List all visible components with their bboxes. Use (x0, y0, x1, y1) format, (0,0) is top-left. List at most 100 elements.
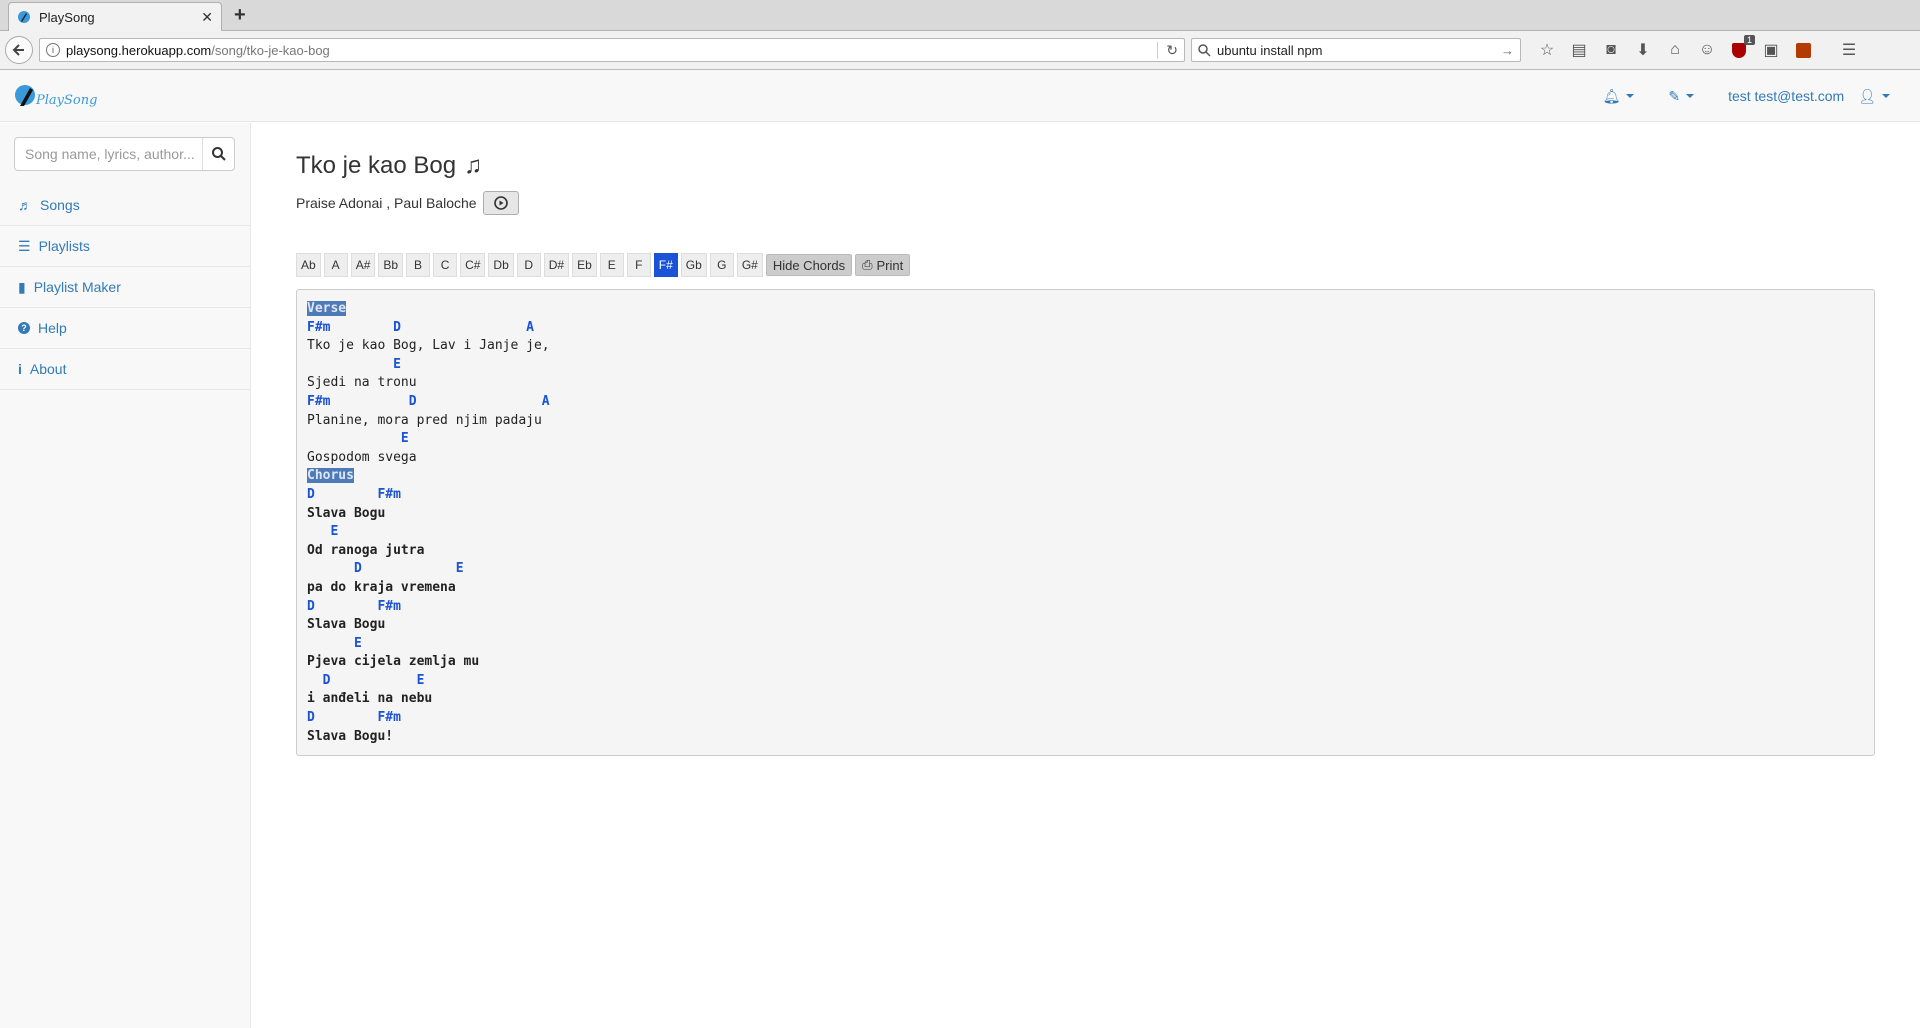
playsong-logo[interactable]: PlaySong (14, 84, 97, 108)
header-menu: 🔔︎ ✎ test test@test.com 👤︎ (1603, 70, 1890, 122)
lyric-text: Tko je kao Bog, Lav i Janje je, (307, 338, 550, 354)
key-button[interactable]: D (516, 253, 541, 277)
chord-line: E (307, 430, 1864, 449)
sidebar-item-label: Playlists (38, 238, 90, 254)
section-heading: Verse (307, 300, 1864, 319)
key-button[interactable]: Ab (296, 253, 321, 277)
bell-icon: 🔔︎ (1602, 87, 1621, 104)
chord-line: E (307, 523, 1864, 542)
chevron-down-icon (1882, 94, 1890, 98)
song-authors: Praise Adonai , Paul Baloche (296, 195, 477, 211)
chevron-down-icon (1626, 94, 1635, 98)
key-button[interactable]: G (709, 253, 734, 277)
sidebar-search-input[interactable]: Song name, lyrics, author... (14, 137, 235, 171)
hide-chords-button[interactable]: Hide Chords (765, 254, 853, 276)
browser-tabbar: PlaySong ✕ + (0, 0, 1920, 31)
chat-icon[interactable]: ☺ (1697, 40, 1717, 60)
lyric-line: Pjeva cijela zemlja mu (307, 653, 1864, 672)
close-tab-icon[interactable]: ✕ (201, 9, 213, 26)
transpose-key-bar: Ab A A# Bb B C C# Db D D# Eb E F F# Gb G G# Hide Chords ⎙… (296, 253, 1876, 277)
chord-text: E (307, 356, 401, 372)
chevron-down-icon (1686, 94, 1695, 98)
sidebar-item-playlist-maker[interactable]: ▮ Playlist Maker (0, 267, 250, 308)
key-button[interactable]: A (323, 253, 348, 277)
browser-tab[interactable]: PlaySong ✕ (8, 2, 222, 31)
chord-text: F#m D A (307, 319, 534, 335)
key-button[interactable]: Bb (378, 253, 404, 277)
printer-icon: ⎙ (862, 257, 873, 272)
song-title: Tko je kao Bog (296, 152, 457, 179)
chord-sheet: Verse F#m D A Tko je kao Bog, Lav i Janje … (296, 289, 1875, 756)
sidebar-item-label: Songs (40, 197, 80, 213)
address-bar[interactable]: i playsong.herokuapp.com/song/tko-je-kao… (39, 38, 1185, 62)
lyric-text: Planine, mora pred njim padaju (307, 412, 542, 428)
lyric-line: Slava Bogu (307, 616, 1864, 635)
user-dropdown[interactable]: test test@test.com 👤︎ (1728, 88, 1890, 105)
lyric-line: Slava Bogu! (307, 728, 1864, 747)
back-button[interactable] (5, 36, 33, 64)
sidebar-item-playlists[interactable]: ☰ Playlists (0, 226, 250, 267)
key-button[interactable]: Gb (680, 253, 707, 277)
playsong-favicon-icon (18, 11, 30, 23)
search-go-icon[interactable]: → (1501, 43, 1514, 58)
key-button[interactable]: Db (488, 253, 514, 277)
pocket-icon[interactable]: ◙ (1601, 40, 1621, 60)
lyric-text: i anđeli na nebu (307, 691, 433, 707)
notifications-dropdown[interactable]: 🔔︎ (1603, 88, 1635, 105)
key-button[interactable]: D# (543, 253, 570, 277)
lyric-text: Slava Bogu (307, 617, 386, 633)
browser-search-bar[interactable]: ubuntu install npm → (1191, 38, 1521, 62)
reload-icon[interactable]: ↻ (1157, 41, 1178, 59)
key-button[interactable]: C (433, 253, 458, 277)
key-button[interactable]: F (626, 253, 651, 277)
chord-line: D F#m (307, 486, 1864, 505)
section-label: Chorus (307, 468, 354, 484)
section-label: Verse (307, 301, 347, 316)
section-heading: Chorus (307, 467, 1864, 486)
lyric-text: Gospodom svega (307, 449, 417, 465)
lyric-line: Od ranoga jutra (307, 542, 1864, 561)
key-button[interactable]: G# (736, 253, 763, 277)
chord-line: D E (307, 560, 1864, 579)
back-arrow-icon (12, 44, 24, 56)
new-tab-icon[interactable]: + (234, 4, 246, 27)
key-button[interactable]: B (406, 253, 431, 277)
home-icon[interactable]: ⌂ (1665, 40, 1685, 60)
key-button[interactable]: A# (350, 253, 376, 277)
chord-text: E (307, 524, 339, 540)
browser-navbar: i playsong.herokuapp.com/song/tko-je-kao… (0, 31, 1920, 70)
print-button[interactable]: ⎙ Print (855, 254, 911, 276)
screenshot-icon[interactable]: ▣ (1761, 40, 1781, 60)
key-button[interactable]: C# (460, 253, 486, 277)
extension-icon[interactable] (1793, 40, 1813, 60)
key-button[interactable]: E (599, 253, 624, 277)
search-icon[interactable] (202, 138, 234, 170)
url-host: playsong.herokuapp.com (66, 42, 212, 58)
song-authors-row: Praise Adonai , Paul Baloche (296, 191, 1876, 215)
toolbar-icons: ☆ ▤ ◙ ⬇ ⌂ ☺ 1 ▣ ☰ (1537, 35, 1859, 60)
site-info-icon[interactable]: i (46, 43, 60, 57)
reading-list-icon[interactable]: ▤ (1569, 40, 1589, 60)
ublock-icon[interactable]: 1 (1729, 35, 1755, 60)
download-icon[interactable]: ⬇ (1633, 40, 1653, 60)
book-icon: ▮ (18, 278, 26, 295)
play-button[interactable] (482, 191, 519, 215)
sidebar-item-about[interactable]: i About (0, 349, 250, 390)
edit-dropdown[interactable]: ✎ (1668, 88, 1695, 105)
lyric-text: pa do kraja vremena (307, 579, 456, 595)
song-title-row: Tko je kao Bog ♫ (296, 151, 1876, 181)
chord-text: D E (307, 672, 425, 688)
chord-line: D E (307, 672, 1864, 691)
sidebar-item-songs[interactable]: ♬ Songs (0, 185, 250, 226)
bookmark-star-icon[interactable]: ☆ (1537, 40, 1557, 60)
sidebar: Song name, lyrics, author... ♬ Songs ☰ P… (0, 123, 251, 1028)
lyric-line: Sjedi na tronu (307, 374, 1864, 393)
play-circle-icon (493, 196, 508, 210)
print-label: Print (876, 257, 904, 273)
sidebar-item-help[interactable]: ? Help (0, 308, 250, 349)
key-button[interactable]: Eb (572, 253, 597, 277)
key-button[interactable]: F# (653, 253, 678, 277)
hamburger-menu-icon[interactable]: ☰ (1839, 40, 1859, 60)
ublock-badge: 1 (1743, 35, 1755, 45)
chord-text: D F#m (307, 598, 401, 614)
